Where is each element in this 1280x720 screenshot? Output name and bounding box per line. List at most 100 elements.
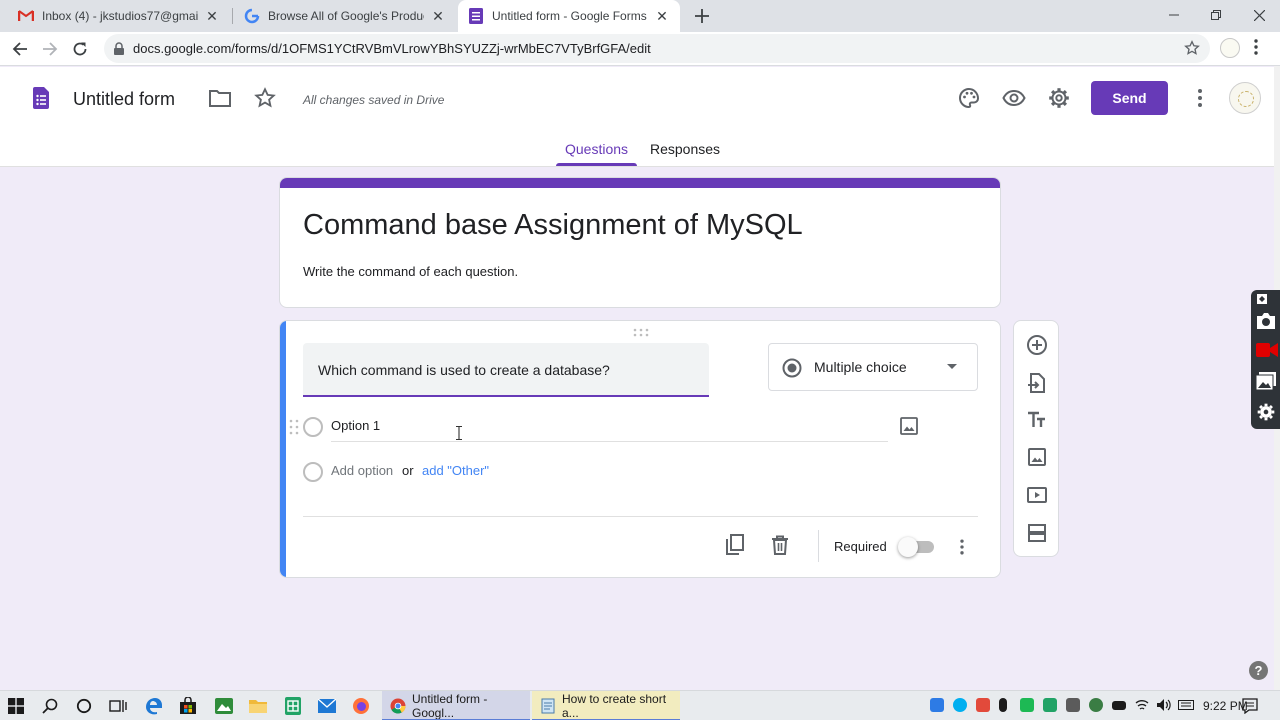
forward-button[interactable] bbox=[38, 37, 62, 61]
chevron-down-icon bbox=[947, 364, 957, 369]
tab-responses[interactable]: Responses bbox=[650, 141, 720, 157]
battery-icon[interactable] bbox=[1112, 701, 1126, 710]
star-icon[interactable] bbox=[254, 87, 276, 109]
drag-handle-icon[interactable] bbox=[633, 328, 649, 338]
search-icon[interactable] bbox=[40, 696, 60, 716]
form-description[interactable]: Write the command of each question. bbox=[303, 264, 518, 279]
save-status: All changes saved in Drive bbox=[303, 93, 445, 107]
tray-record-icon[interactable] bbox=[976, 698, 990, 712]
add-option-link[interactable]: Add option bbox=[331, 463, 393, 478]
minimize-button[interactable] bbox=[1152, 0, 1196, 30]
active-card-indicator bbox=[280, 321, 286, 577]
capture-widget bbox=[1251, 290, 1280, 429]
account-avatar[interactable] bbox=[1229, 82, 1261, 114]
option-radio bbox=[303, 462, 323, 482]
option-radio bbox=[303, 417, 323, 437]
browser-tab-gmail[interactable]: Inbox (4) - jkstudios77@gmail.com ✕ bbox=[8, 0, 230, 32]
question-title-input[interactable]: Which command is used to create a databa… bbox=[303, 343, 709, 397]
tray-chat-icon[interactable] bbox=[930, 698, 944, 712]
windows-start-icon[interactable] bbox=[6, 696, 26, 716]
task-view-icon[interactable] bbox=[108, 696, 128, 716]
forms-logo-icon[interactable] bbox=[33, 87, 49, 109]
option-underline bbox=[331, 441, 888, 442]
profile-avatar[interactable] bbox=[1220, 38, 1240, 58]
wifi-icon[interactable] bbox=[1135, 699, 1149, 713]
forms-header: Untitled form All changes saved in Drive… bbox=[0, 67, 1274, 167]
footer-separator bbox=[818, 530, 819, 562]
firefox-icon[interactable] bbox=[351, 696, 371, 716]
delete-trash-icon[interactable] bbox=[770, 535, 790, 555]
browser-tab-google-products[interactable]: Browse All of Google's Products & ✕ bbox=[234, 0, 456, 32]
reload-button[interactable] bbox=[68, 37, 92, 61]
notepad-icon bbox=[540, 698, 556, 714]
volume-icon[interactable] bbox=[1157, 699, 1171, 713]
question-card[interactable]: Which command is used to create a databa… bbox=[279, 320, 1001, 578]
browser-toolbar: docs.google.com/forms/d/1OFMS1YCtRVBmVLr… bbox=[0, 32, 1280, 66]
new-tab-button[interactable] bbox=[690, 4, 714, 28]
add-image-icon[interactable] bbox=[1025, 445, 1049, 469]
tab-questions[interactable]: Questions bbox=[565, 141, 628, 157]
tray-tools-icon[interactable] bbox=[1066, 698, 1080, 712]
add-section-icon[interactable] bbox=[1025, 521, 1049, 545]
capture-settings-gear-icon[interactable] bbox=[1256, 402, 1276, 422]
keyboard-icon[interactable] bbox=[1178, 700, 1194, 714]
help-button[interactable]: ? bbox=[1249, 661, 1268, 680]
add-question-icon[interactable] bbox=[1025, 333, 1049, 357]
question-type-dropdown[interactable]: Multiple choice bbox=[768, 343, 978, 391]
restore-button[interactable] bbox=[1194, 0, 1238, 30]
store-icon[interactable] bbox=[178, 696, 198, 716]
folder-icon[interactable] bbox=[209, 88, 231, 108]
bookmark-star-icon[interactable] bbox=[1184, 40, 1200, 56]
back-button[interactable] bbox=[8, 37, 32, 61]
tray-app-icon[interactable] bbox=[1020, 698, 1034, 712]
mail-icon[interactable] bbox=[317, 696, 337, 716]
cortana-icon[interactable] bbox=[74, 696, 94, 716]
tray-sync-icon[interactable] bbox=[1043, 698, 1057, 712]
microphone-icon[interactable] bbox=[999, 698, 1007, 712]
required-label: Required bbox=[834, 539, 887, 554]
duplicate-icon[interactable] bbox=[724, 534, 746, 556]
file-explorer-icon[interactable] bbox=[248, 696, 268, 716]
windows-taskbar: Untitled form - Googl... How to create s… bbox=[0, 690, 1280, 720]
form-title-card[interactable]: Command base Assignment of MySQL Write t… bbox=[279, 177, 1001, 308]
option-drag-handle-icon[interactable] bbox=[289, 419, 299, 435]
tray-network-icon[interactable] bbox=[1089, 698, 1103, 712]
more-options-icon[interactable] bbox=[1188, 86, 1212, 110]
preview-eye-icon[interactable] bbox=[1002, 86, 1026, 110]
card-footer-divider bbox=[303, 516, 978, 517]
record-video-icon[interactable] bbox=[1256, 342, 1278, 358]
palette-icon[interactable] bbox=[957, 86, 981, 110]
add-other-link[interactable]: add "Other" bbox=[422, 463, 489, 478]
import-questions-icon[interactable] bbox=[1025, 371, 1049, 395]
add-image-icon[interactable] bbox=[900, 417, 918, 435]
close-tab-icon[interactable]: ✕ bbox=[654, 8, 670, 24]
gallery-icon[interactable] bbox=[1256, 372, 1276, 390]
action-center-icon[interactable] bbox=[1240, 696, 1260, 716]
address-bar[interactable]: docs.google.com/forms/d/1OFMS1YCtRVBmVLr… bbox=[104, 34, 1210, 63]
gmail-icon bbox=[18, 8, 34, 24]
send-button[interactable]: Send bbox=[1091, 81, 1168, 115]
add-title-icon[interactable] bbox=[1025, 408, 1049, 432]
form-name[interactable]: Untitled form bbox=[73, 89, 175, 110]
taskbar-app-chrome-forms[interactable]: Untitled form - Googl... bbox=[382, 691, 530, 720]
browser-tab-strip: Inbox (4) - jkstudios77@gmail.com ✕ Brow… bbox=[0, 0, 1280, 32]
form-title[interactable]: Command base Assignment of MySQL bbox=[303, 209, 803, 242]
close-tab-icon[interactable]: ✕ bbox=[204, 8, 220, 24]
add-video-icon[interactable] bbox=[1025, 483, 1049, 507]
camera-icon[interactable] bbox=[1256, 312, 1276, 330]
required-toggle-knob[interactable] bbox=[898, 537, 918, 557]
spreadsheet-app-icon[interactable] bbox=[283, 696, 303, 716]
question-text: Which command is used to create a databa… bbox=[318, 362, 610, 378]
taskbar-app-notepad[interactable]: How to create short a... bbox=[532, 691, 680, 720]
question-more-icon[interactable] bbox=[952, 537, 972, 557]
edge-icon[interactable] bbox=[144, 696, 164, 716]
settings-gear-icon[interactable] bbox=[1047, 86, 1071, 110]
browser-menu-icon[interactable] bbox=[1254, 39, 1258, 55]
skype-icon[interactable] bbox=[953, 698, 967, 712]
option-label[interactable]: Option 1 bbox=[331, 418, 380, 433]
browser-tab-forms[interactable]: Untitled form - Google Forms ✕ bbox=[458, 0, 680, 32]
close-window-button[interactable] bbox=[1237, 0, 1280, 30]
pin-icon[interactable] bbox=[1256, 293, 1268, 305]
close-tab-icon[interactable]: ✕ bbox=[430, 8, 446, 24]
photos-app-icon[interactable] bbox=[214, 696, 234, 716]
